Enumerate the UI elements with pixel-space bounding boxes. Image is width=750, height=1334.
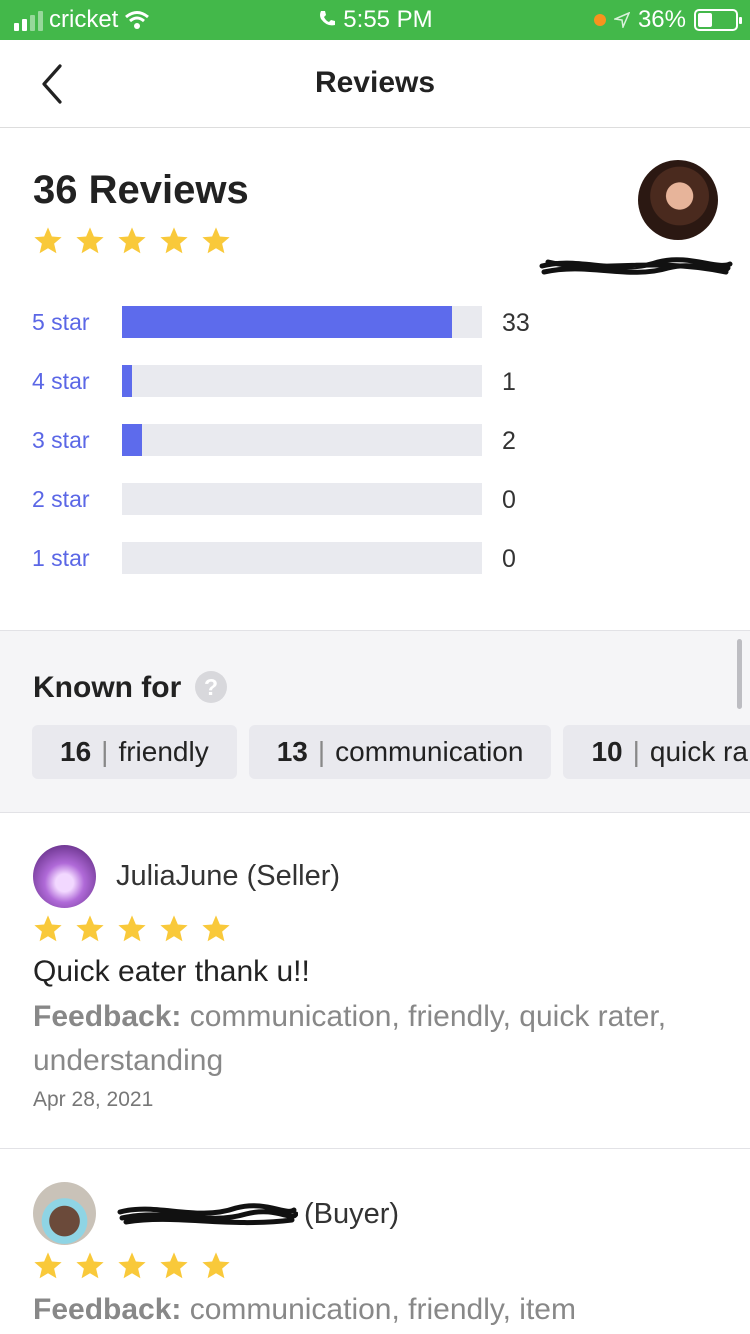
star-icon	[118, 915, 146, 942]
location-arrow-icon	[613, 12, 630, 28]
chip-count: 13	[276, 736, 308, 767]
feedback-label: Feedback:	[33, 1293, 182, 1326]
battery-group: 36%	[593, 6, 742, 34]
rating-bar	[122, 542, 482, 574]
rating-bar	[122, 306, 482, 338]
rating-row[interactable]: 4 star 1	[32, 365, 592, 399]
star-icon	[76, 227, 104, 254]
rating-row[interactable]: 3 star 2	[32, 424, 592, 458]
known-for-chips: 16 | friendly 13 | communication 10 | quick ra	[32, 725, 750, 779]
rating-label: 2 star	[32, 486, 90, 512]
battery-percent: 36%	[637, 6, 686, 33]
star-icon	[160, 915, 188, 942]
rating-label: 4 star	[32, 368, 90, 394]
rating-label: 5 star	[32, 309, 90, 335]
reviewer-avatar[interactable]	[33, 845, 96, 908]
chip-communication[interactable]: 13 | communication	[248, 725, 552, 779]
reviewer-avatar[interactable]	[33, 1182, 96, 1245]
star-icon	[34, 915, 62, 942]
reviewer-role[interactable]: (Buyer)	[304, 1198, 399, 1231]
rating-row[interactable]: 5 star 33	[32, 306, 592, 340]
redacted-username-scribble	[539, 257, 733, 275]
help-icon[interactable]: ?	[195, 671, 227, 703]
feedback-text: communication, friendly, item	[189, 1293, 576, 1326]
rating-bar-fill	[122, 306, 453, 338]
chip-label: quick ra	[649, 736, 748, 767]
star-icon	[34, 227, 62, 254]
feedback-label: Feedback:	[33, 1000, 182, 1033]
star-icon	[118, 227, 146, 254]
review-date: Apr 28, 2021	[33, 1088, 154, 1111]
divider	[0, 1148, 750, 1149]
star-icon	[76, 1252, 104, 1279]
star-icon	[118, 1252, 146, 1279]
rating-count: 1	[502, 368, 516, 396]
review-stars	[32, 1250, 232, 1282]
review-feedback: Feedback: communication, friendly, item	[33, 1288, 683, 1332]
chip-label: communication	[335, 736, 524, 767]
battery-icon	[694, 9, 742, 31]
rating-bar	[122, 483, 482, 515]
phone-call-icon	[320, 11, 336, 26]
star-icon	[202, 1252, 230, 1279]
chip-friendly[interactable]: 16 | friendly	[32, 725, 237, 779]
redacted-username-scribble	[117, 1203, 298, 1226]
known-for-title: Known for	[33, 671, 182, 704]
chip-quick-rater[interactable]: 10 | quick ra	[563, 725, 750, 779]
star-icon	[202, 227, 230, 254]
scroll-indicator	[737, 639, 742, 709]
rating-label: 1 star	[32, 545, 90, 571]
page-title: Reviews	[314, 66, 436, 99]
star-icon	[76, 915, 104, 942]
clock: 5:55 PM	[343, 6, 433, 33]
rating-count: 33	[502, 309, 530, 337]
rating-bar	[122, 424, 482, 456]
star-icon	[202, 915, 230, 942]
nav-bar: Reviews	[0, 40, 750, 128]
rating-bar-fill	[122, 365, 133, 397]
rating-count: 0	[502, 486, 516, 514]
rating-bar-fill	[122, 424, 143, 456]
rating-row[interactable]: 1 star 0	[32, 542, 592, 576]
rating-bar	[122, 365, 482, 397]
chip-count: 16	[60, 736, 92, 767]
status-bar: cricket 5:55 PM 36%	[0, 0, 750, 40]
chip-count: 10	[591, 736, 623, 767]
known-for-section: Known for ? 16 | friendly 13 | communication…	[0, 630, 750, 813]
reviewer-name[interactable]: JuliaJune (Seller)	[116, 860, 340, 893]
rating-label: 3 star	[32, 427, 90, 453]
star-icon	[34, 1252, 62, 1279]
profile-avatar[interactable]	[638, 160, 718, 240]
review-stars	[32, 913, 232, 945]
review-feedback: Feedback: communication, friendly, quick…	[33, 995, 683, 1083]
rating-row[interactable]: 2 star 0	[32, 483, 592, 517]
star-icon	[160, 227, 188, 254]
rating-count: 0	[502, 545, 516, 573]
chip-label: friendly	[118, 736, 209, 767]
summary-rating-stars	[32, 225, 232, 257]
rating-count: 2	[502, 427, 516, 455]
star-icon	[160, 1252, 188, 1279]
mic-indicator-icon	[593, 14, 606, 26]
reviews-count: 36 Reviews	[33, 168, 249, 212]
review-comment: Quick eater thank u!!	[33, 955, 310, 988]
